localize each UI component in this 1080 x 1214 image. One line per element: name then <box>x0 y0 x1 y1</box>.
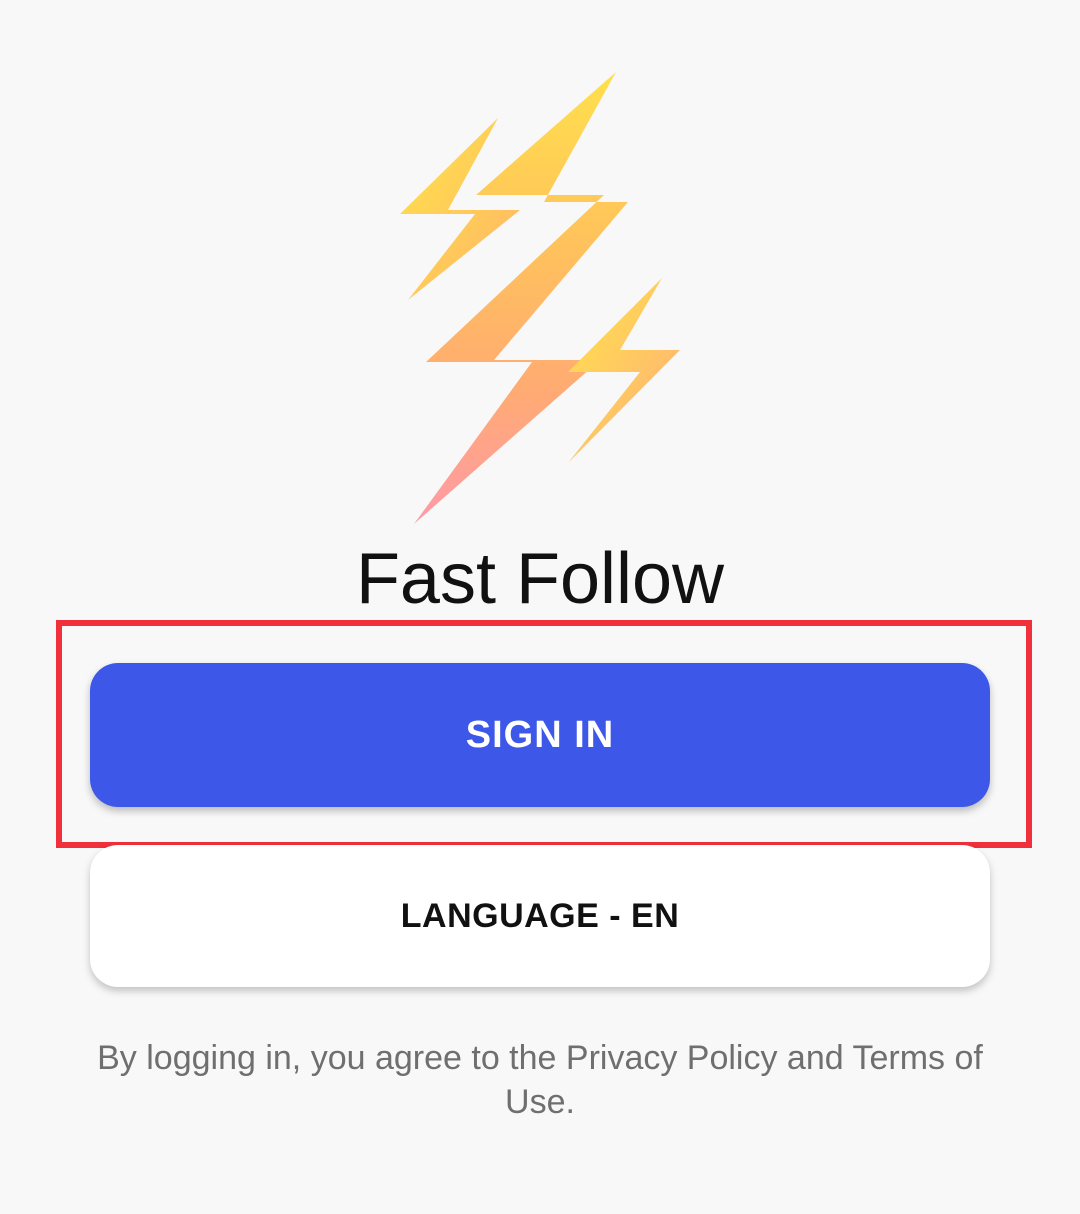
terms-privacy-notice: By logging in, you agree to the Privacy … <box>97 1039 983 1121</box>
language-button[interactable]: LANGUAGE - EN <box>90 845 990 987</box>
app-title: Fast Follow <box>355 539 725 619</box>
sign-in-button[interactable]: SIGN IN <box>90 663 990 807</box>
lightning-bolt-logo-icon <box>400 72 680 524</box>
